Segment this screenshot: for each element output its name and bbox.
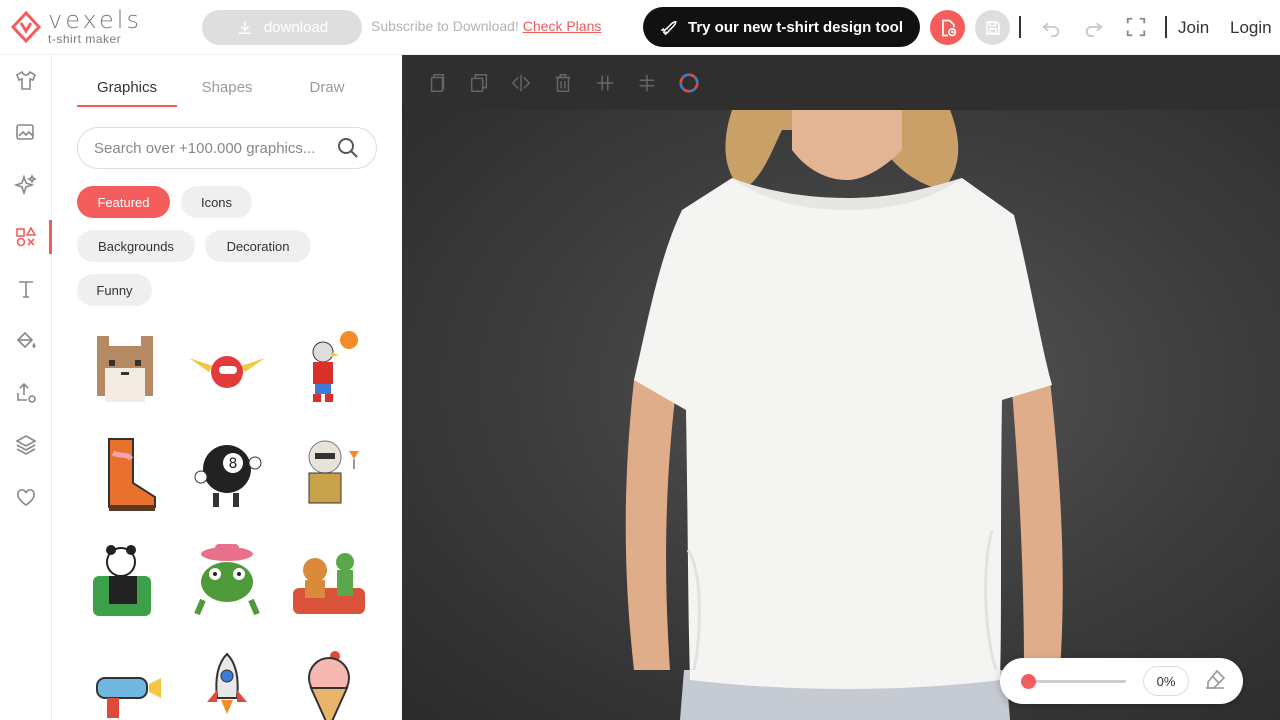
image-upload-icon <box>16 124 34 140</box>
document-clock-icon <box>941 19 956 36</box>
frog-cowboy-hat-graphic[interactable] <box>182 537 272 627</box>
dog-martini-graphic[interactable] <box>284 430 374 520</box>
tshirt-tool-label: Try our new t-shirt design tool <box>687 18 903 36</box>
svg-text:8: 8 <box>229 456 238 472</box>
sparkles-icon <box>14 174 37 196</box>
monkey-dino-couch-graphic[interactable] <box>284 537 374 627</box>
login-link[interactable]: Login <box>1230 18 1272 38</box>
ray-gun-graphic[interactable] <box>80 645 170 720</box>
copy-icon[interactable] <box>426 72 448 94</box>
flip-icon[interactable] <box>510 72 532 94</box>
heart-icon <box>17 489 35 506</box>
rail-item-fill[interactable] <box>0 321 52 361</box>
logo-subtitle: t-shirt maker <box>48 32 122 46</box>
chip-featured[interactable]: Featured <box>77 186 170 218</box>
eight-ball-graphic[interactable]: 8 <box>182 430 272 520</box>
chip-funny[interactable]: Funny <box>77 274 152 306</box>
paint-bucket-icon <box>16 331 36 349</box>
zoom-slider-track[interactable] <box>1028 680 1126 683</box>
cowboy-boot-graphic[interactable] <box>80 430 170 520</box>
search-input[interactable] <box>94 139 336 157</box>
zoom-slider-handle[interactable] <box>1021 674 1036 689</box>
rail-item-shapes[interactable] <box>0 217 52 257</box>
pixel-cat-graphic[interactable] <box>80 325 170 415</box>
download-button[interactable]: download <box>202 10 362 45</box>
rocket-icon <box>660 20 677 36</box>
design-canvas[interactable] <box>402 55 1280 720</box>
join-link[interactable]: Join <box>1178 18 1209 38</box>
logo-mark-icon <box>10 10 42 43</box>
logo-wordmark: vexels <box>48 6 142 34</box>
header-divider <box>1019 16 1021 38</box>
align-horizontal-icon[interactable] <box>594 72 616 94</box>
upload-icon <box>17 382 36 403</box>
plans-button[interactable] <box>930 10 965 45</box>
save-button[interactable] <box>975 10 1010 45</box>
redo-icon[interactable] <box>1083 16 1105 38</box>
download-icon <box>238 20 251 34</box>
rocket-graphic[interactable] <box>182 645 272 720</box>
tshirt-icon <box>16 70 36 90</box>
vexels-logo[interactable]: vexels t-shirt maker <box>10 8 142 45</box>
chip-icons[interactable]: Icons <box>181 186 252 218</box>
rail-item-tshirt[interactable] <box>0 61 52 101</box>
rail-item-image[interactable] <box>0 113 52 153</box>
top-header: vexels t-shirt maker download Subscribe … <box>0 0 1280 55</box>
rail-item-text[interactable] <box>0 269 52 309</box>
save-icon <box>985 20 1000 35</box>
tab-shapes[interactable]: Shapes <box>177 67 277 107</box>
color-wheel-icon[interactable] <box>678 72 700 94</box>
undo-icon[interactable] <box>1040 16 1062 38</box>
duplicate-icon[interactable] <box>468 72 490 94</box>
download-label: download <box>263 19 329 36</box>
header-divider <box>1165 16 1167 38</box>
layers-icon <box>15 435 37 455</box>
graphics-search <box>77 127 377 169</box>
subscribe-prompt: Subscribe to Download! Check Plans <box>371 18 601 34</box>
rail-item-upload[interactable] <box>0 373 52 413</box>
check-plans-link[interactable]: Check Plans <box>523 18 602 34</box>
canvas-toolbar <box>402 55 1280 110</box>
delete-icon[interactable] <box>552 72 574 94</box>
tshirt-design-tool-button[interactable]: Try our new t-shirt design tool <box>643 7 920 47</box>
text-icon <box>19 281 33 298</box>
zoom-percentage: 0% <box>1143 666 1189 696</box>
panda-armchair-graphic[interactable] <box>80 537 170 627</box>
panel-tabs: Graphics Shapes Draw <box>77 67 377 107</box>
rail-item-layers[interactable] <box>0 425 52 465</box>
subscribe-text: Subscribe to Download! <box>371 18 519 34</box>
tshirt-mockup-photo <box>402 110 1280 720</box>
tool-rail <box>0 55 52 720</box>
eraser-icon[interactable] <box>1203 668 1227 692</box>
rail-item-ai[interactable] <box>0 165 52 205</box>
search-icon[interactable] <box>336 136 360 160</box>
fullscreen-icon[interactable] <box>1125 16 1147 38</box>
zoom-control: 0% <box>1000 658 1243 704</box>
align-vertical-icon[interactable] <box>636 72 658 94</box>
ice-cream-graphic[interactable] <box>284 645 374 720</box>
chip-backgrounds[interactable]: Backgrounds <box>77 230 195 262</box>
model-tshirt-image <box>625 110 1063 720</box>
rail-item-favorites[interactable] <box>0 477 52 517</box>
chip-decoration[interactable]: Decoration <box>205 230 311 262</box>
shapes-icon <box>16 226 37 247</box>
graphics-panel: Graphics Shapes Draw Featured Icons Back… <box>52 55 402 720</box>
eagle-basketball-graphic[interactable] <box>284 325 374 415</box>
tab-draw[interactable]: Draw <box>277 67 377 107</box>
tab-graphics[interactable]: Graphics <box>77 67 177 107</box>
winged-helmet-graphic[interactable] <box>182 325 272 415</box>
